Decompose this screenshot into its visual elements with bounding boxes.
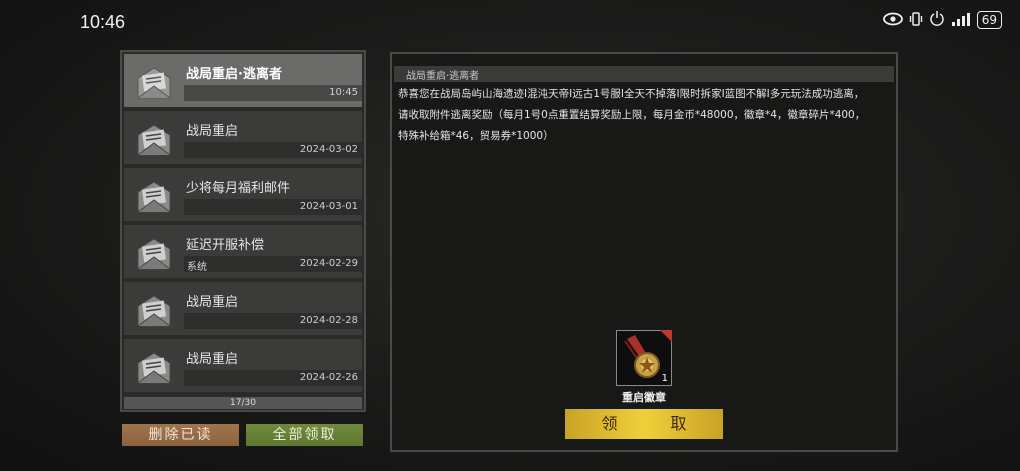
envelope-icon [137,238,171,270]
detail-header: 战局重启·逃离者 [394,66,894,82]
attachment-count: 1 [661,373,668,384]
detail-title: 战局重启·逃离者 [406,71,480,82]
detail-body: 恭喜您在战局岛屿山海遗迹I混沌天帝I远古1号服I全天不掉落I限时拆家I蓝图不解I… [398,84,890,147]
mail-title: 少将每月福利邮件 [186,181,291,196]
mail-date: 2024-02-29 [299,258,358,269]
attachment-item[interactable]: 1 [616,330,672,386]
mail-date: 2024-03-02 [299,144,358,155]
mail-date: 2024-02-26 [299,372,358,383]
envelope-icon [137,124,171,156]
mail-item[interactable]: 战局重启 2024-02-26 [124,339,362,392]
envelope-icon [137,181,171,213]
status-icons: 69 [882,10,1002,30]
status-time: 10:46 [80,12,126,32]
detail-line: 恭喜您在战局岛屿山海遗迹I混沌天帝I远古1号服I全天不掉落I限时拆家I蓝图不解I… [398,88,865,100]
status-bar: 10:46 69 [0,0,1020,44]
claim-all-button[interactable]: 全部领取 [246,424,363,446]
envelope-icon [137,67,171,99]
mail-date: 2024-02-28 [299,315,358,326]
mail-sender: 系统 [187,262,207,273]
claim-button[interactable]: 领 取 [565,409,723,439]
mail-title: 战局重启·逃离者 [186,67,282,82]
envelope-icon [137,352,171,384]
detail-line: 请收取附件逃离奖励（每月1号0点重置结算奖励上限，每月金币*48000，徽章*4… [398,109,866,121]
detail-line: 特殊补给箱*46，贸易券*1000） [398,130,554,142]
mail-pager: 17/30 [124,397,362,409]
mail-title: 战局重启 [186,124,239,139]
mail-item[interactable]: 战局重启 2024-03-02 [124,111,362,164]
mail-list[interactable]: 战局重启·逃离者 10:45 战局重启 2024-03-02 少将每月福利邮件 … [120,50,366,412]
vibrate-icon [909,11,923,30]
mail-item[interactable]: 延迟开服补偿 系统 2024-02-29 [124,225,362,278]
battery-indicator: 69 [976,11,1002,29]
mail-title: 战局重启 [186,352,239,367]
delete-read-button[interactable]: 删除已读 [122,424,239,446]
envelope-icon [137,295,171,327]
mail-title: 延迟开服补偿 [186,238,265,253]
mail-date: 10:45 [329,87,358,98]
power-icon [929,10,945,30]
mail-date: 2024-03-01 [299,201,358,212]
mail-title: 战局重启 [186,295,239,310]
eye-icon [882,11,903,30]
mail-item[interactable]: 战局重启·逃离者 10:45 [124,54,362,107]
attachment-name: 重启徽章 [622,391,666,404]
signal-icon [951,11,971,30]
mail-item[interactable]: 战局重启 2024-02-28 [124,282,362,335]
mail-item[interactable]: 少将每月福利邮件 2024-03-01 [124,168,362,221]
